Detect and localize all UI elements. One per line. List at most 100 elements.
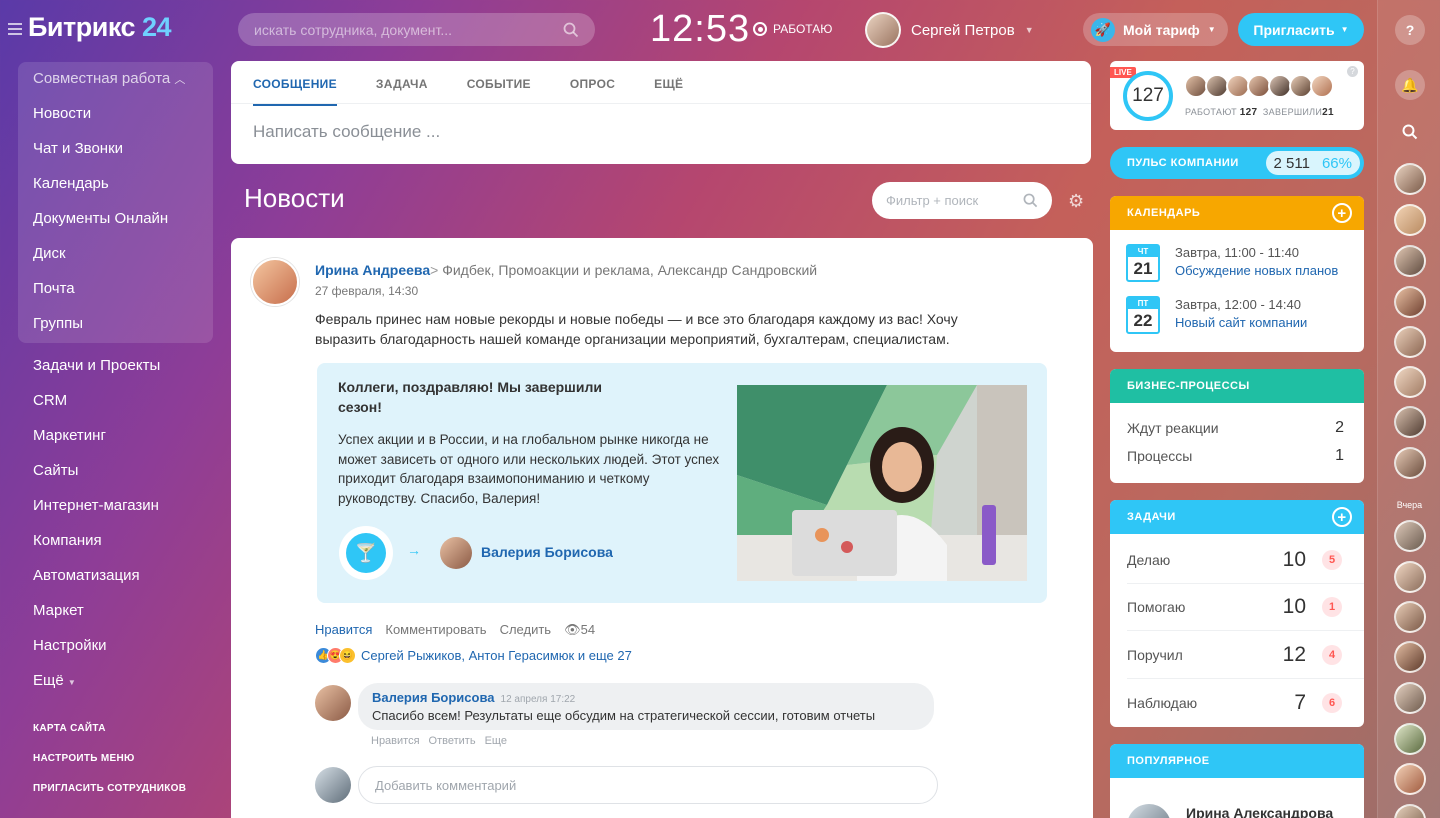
popular-name[interactable]: Ирина Александрова — [1186, 805, 1333, 818]
gratitude-user[interactable]: Валерия Борисова — [481, 544, 613, 560]
avatar[interactable] — [1394, 723, 1426, 755]
follow-button[interactable]: Следить — [500, 622, 552, 638]
avatar[interactable] — [1394, 204, 1426, 236]
menu-item-mail[interactable]: Почта — [33, 280, 75, 297]
avatar[interactable] — [440, 537, 472, 569]
task-row[interactable]: Делаю 10 5 — [1127, 537, 1364, 584]
comment-more-button[interactable]: Еще — [485, 735, 507, 747]
avatar[interactable] — [1127, 804, 1171, 818]
menu-item-more[interactable]: Ещё ▼ — [33, 672, 76, 689]
search-icon[interactable] — [563, 22, 579, 38]
task-row[interactable]: Поручил 12 4 — [1127, 632, 1364, 679]
bell-icon[interactable]: 🔔 — [1395, 70, 1425, 100]
menu-item-calendar[interactable]: Календарь — [33, 175, 109, 192]
search-icon[interactable] — [1395, 117, 1425, 147]
company-pulse[interactable]: ПУЛЬС КОМПАНИИ 2 511 66% — [1110, 147, 1364, 179]
tab-task[interactable]: ЗАДАЧА — [376, 77, 428, 106]
clock[interactable]: 12:53 — [650, 8, 750, 51]
invite-employees-link[interactable]: ПРИГЛАСИТЬ СОТРУДНИКОВ — [33, 783, 186, 794]
tab-event[interactable]: СОБЫТИЕ — [467, 77, 531, 106]
task-row[interactable]: Наблюдаю 7 6 — [1127, 679, 1364, 726]
menu-item-automation[interactable]: Автоматизация — [33, 567, 140, 584]
search-input[interactable] — [254, 21, 544, 38]
tab-message[interactable]: СООБЩЕНИЕ — [253, 77, 337, 106]
gear-icon[interactable]: ⚙ — [1068, 191, 1084, 212]
avatar[interactable] — [1394, 804, 1426, 818]
menu-item-news[interactable]: Новости — [33, 105, 91, 122]
user-name: Сергей Петров — [911, 21, 1015, 39]
like-button[interactable]: Нравится — [315, 622, 372, 638]
menu-item-settings[interactable]: Настройки — [33, 637, 107, 654]
live-widget[interactable]: LIVE 127 РАБОТАЮТ 127 ЗАВЕРШИЛИ21 ? — [1110, 61, 1364, 130]
menu-icon[interactable] — [8, 20, 22, 38]
avatar[interactable] — [1394, 447, 1426, 479]
reactions[interactable]: 👍 😍 😆 Сергей Рыжиков, Антон Герасимюк и ещ… — [315, 647, 632, 664]
logo[interactable]: Битрикс 24 — [8, 12, 172, 43]
menu-item-groups[interactable]: Группы — [33, 315, 83, 332]
reactions-text[interactable]: Сергей Рыжиков, Антон Герасимюк и еще 27 — [361, 648, 632, 663]
right-rail: ? 🔔 Вчера — [1377, 0, 1440, 818]
sitemap-link[interactable]: КАРТА САЙТА — [33, 723, 106, 734]
avatar[interactable] — [1394, 763, 1426, 795]
comment-author-line: Валерия Борисова 12 апреля 17:22 — [372, 690, 575, 705]
calendar-event[interactable]: ПТ 22 Завтра, 12:00 - 14:40 Новый сайт ком… — [1126, 296, 1307, 334]
avatar[interactable] — [1394, 682, 1426, 714]
add-icon[interactable]: + — [1332, 203, 1352, 223]
comment-reply-button[interactable]: Ответить — [429, 735, 476, 747]
avatar[interactable] — [1394, 641, 1426, 673]
avatar[interactable] — [1394, 520, 1426, 552]
menu-group-title[interactable]: Совместная работа ︿ — [33, 70, 185, 87]
online-avatars — [1184, 74, 1334, 98]
menu-item-marketing[interactable]: Маркетинг — [33, 427, 106, 444]
calendar-event[interactable]: ЧТ 21 Завтра, 11:00 - 11:40 Обсуждение нов… — [1126, 244, 1338, 282]
filter-search[interactable]: Фильтр + поиск — [872, 182, 1052, 219]
avatar[interactable] — [1394, 561, 1426, 593]
help-icon[interactable]: ? — [1395, 15, 1425, 45]
avatar[interactable] — [315, 685, 351, 721]
configure-menu-link[interactable]: НАСТРОИТЬ МЕНЮ — [33, 753, 135, 764]
post-recipients[interactable]: Фидбек, Промоакции и реклама, Александр … — [442, 262, 817, 278]
post-author[interactable]: Ирина Андреева — [315, 262, 430, 278]
menu-item-crm[interactable]: CRM — [33, 392, 67, 409]
menu-item-company[interactable]: Компания — [33, 532, 102, 549]
work-status[interactable]: РАБОТАЮ — [753, 22, 832, 36]
user-menu[interactable]: Сергей Петров ▼ — [865, 12, 1034, 48]
menu-item-docs[interactable]: Документы Онлайн — [33, 210, 168, 227]
post-photo[interactable] — [737, 385, 1027, 581]
menu-item-disk[interactable]: Диск — [33, 245, 66, 262]
menu-item-chat[interactable]: Чат и Звонки — [33, 140, 123, 157]
calendar-date-icon: ЧТ 21 — [1126, 244, 1160, 282]
avatar[interactable] — [1394, 163, 1426, 195]
invite-button[interactable]: Пригласить ▼ — [1238, 13, 1364, 46]
menu-item-sites[interactable]: Сайты — [33, 462, 78, 479]
task-row[interactable]: Помогаю 10 1 — [1127, 584, 1364, 631]
tariff-button[interactable]: 🚀 Мой тариф ▼ — [1083, 13, 1228, 46]
menu-item-shop[interactable]: Интернет-магазин — [33, 497, 159, 514]
chevron-down-icon: ▼ — [1340, 25, 1349, 34]
page-title: Новости — [244, 183, 345, 213]
tab-poll[interactable]: ОПРОС — [570, 77, 615, 106]
event-time: Завтра, 11:00 - 11:40 — [1175, 245, 1300, 260]
message-input[interactable]: Написать сообщение ... — [253, 122, 440, 142]
bp-row[interactable]: Ждут реакции 2 — [1127, 419, 1344, 437]
menu-item-market[interactable]: Маркет — [33, 602, 84, 619]
author-avatar[interactable] — [251, 258, 299, 306]
avatar[interactable] — [1394, 366, 1426, 398]
avatar[interactable] — [1394, 601, 1426, 633]
comment-like-button[interactable]: Нравится — [371, 735, 420, 747]
comment-button[interactable]: Комментировать — [385, 622, 486, 638]
search-bar[interactable] — [238, 13, 595, 46]
avatar[interactable] — [1394, 326, 1426, 358]
bp-row[interactable]: Процессы 1 — [1127, 447, 1344, 465]
avatar[interactable] — [1394, 286, 1426, 318]
help-icon[interactable]: ? — [1347, 66, 1358, 77]
add-comment-input[interactable]: Добавить комментарий — [358, 766, 938, 804]
add-icon[interactable]: + — [1332, 507, 1352, 527]
tab-more[interactable]: ЕЩЁ — [654, 77, 683, 106]
yesterday-label: Вчера — [1396, 500, 1423, 510]
avatar[interactable] — [1394, 245, 1426, 277]
menu-item-tasks[interactable]: Задачи и Проекты — [33, 357, 160, 374]
comment-author[interactable]: Валерия Борисова — [372, 690, 495, 705]
avatar[interactable] — [1394, 406, 1426, 438]
tasks-header: ЗАДАЧИ + — [1110, 500, 1364, 534]
